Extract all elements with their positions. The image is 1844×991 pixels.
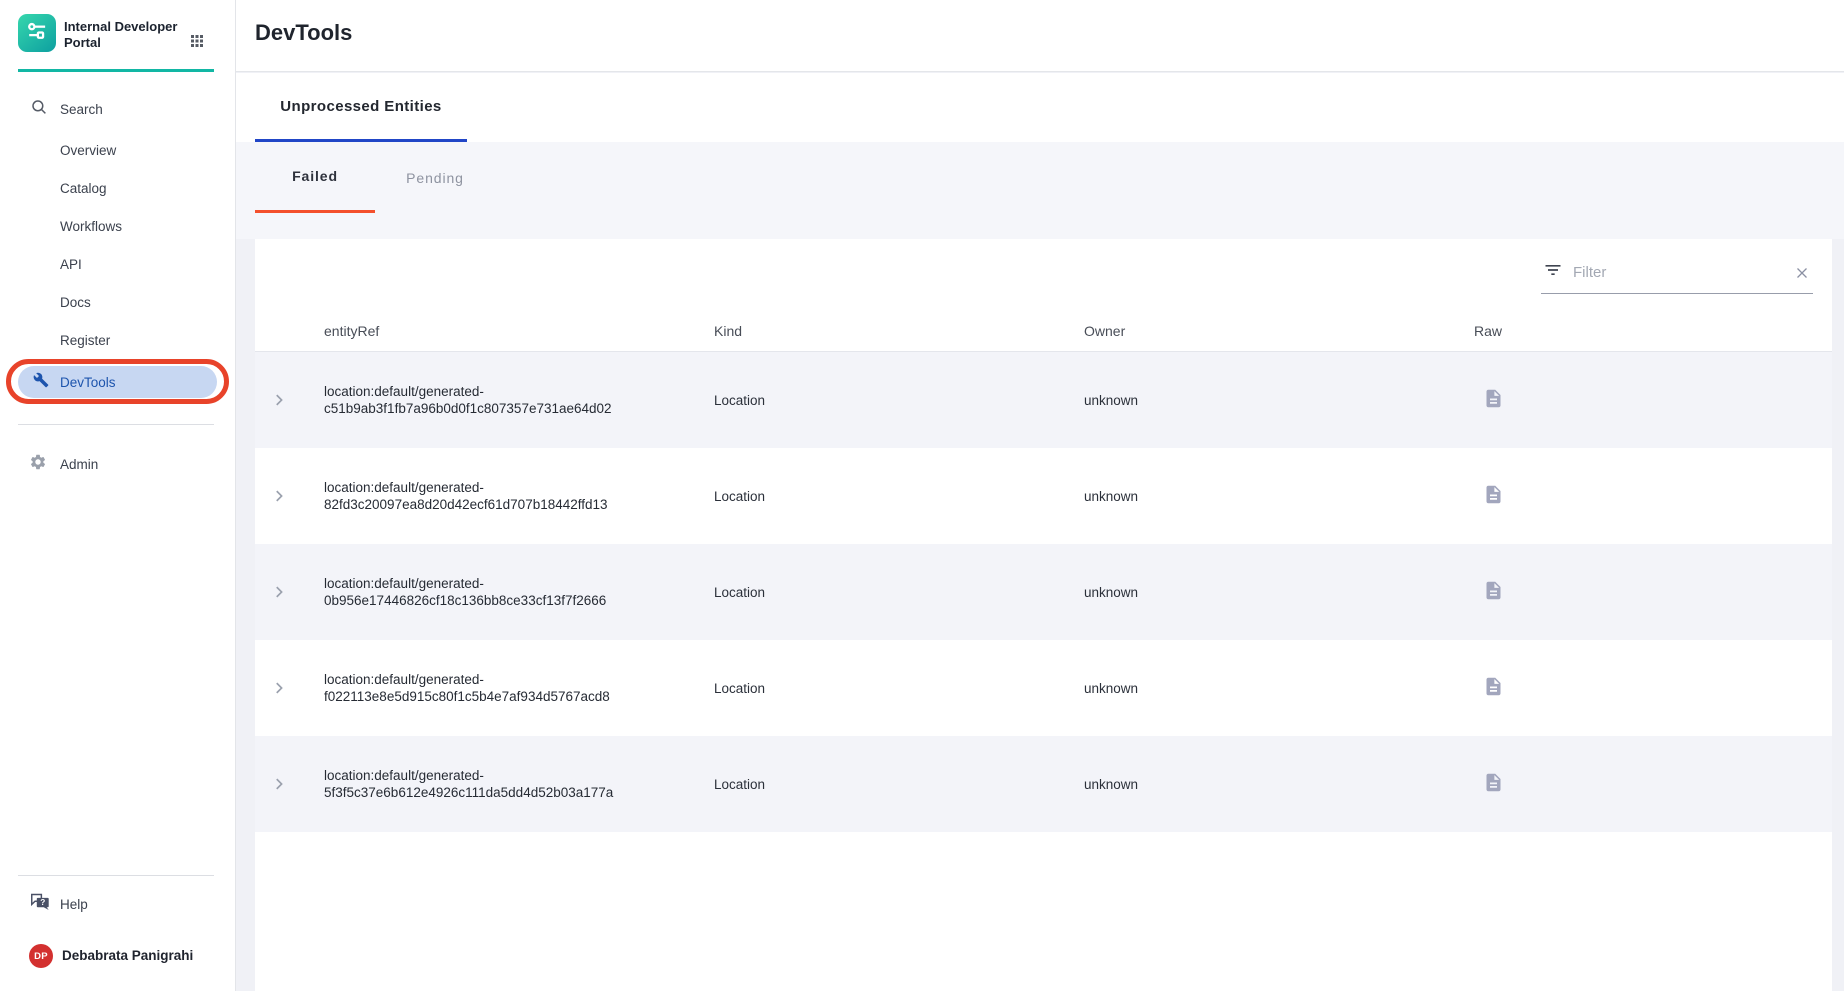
help-chat-icon: ? [29,891,51,918]
chevron-right-icon[interactable] [270,583,288,601]
document-icon[interactable] [1483,772,1504,793]
page-header: DevTools [236,0,1844,72]
cell-owner: unknown [1063,681,1453,696]
sidebar-item-label: Search [60,102,103,117]
chevron-right-icon[interactable] [270,775,288,793]
cell-kind: Location [693,681,1063,696]
user-name[interactable]: Debabrata Panigrahi [62,948,193,963]
cell-kind: Location [693,777,1063,792]
document-icon[interactable] [1483,676,1504,697]
sidebar-divider [18,875,214,876]
document-icon[interactable] [1483,484,1504,505]
chevron-right-icon[interactable] [270,487,288,505]
cell-entityref: location:default/generated-5f3f5c37e6b61… [303,767,672,801]
tab-pending[interactable]: Pending [375,142,495,213]
page-title: DevTools [255,20,352,46]
sidebar-divider [18,424,214,425]
filter-list-icon [1543,260,1563,285]
cell-entityref: location:default/generated-c51b9ab3f1fb7… [303,383,672,417]
tab-panel-band: Failed Pending [236,142,1844,239]
cell-owner: unknown [1063,393,1453,408]
cell-entityref: location:default/generated-0b956e1744682… [303,575,672,609]
tab-failed[interactable]: Failed [255,142,375,213]
pipeline-icon [24,18,50,49]
column-header-entityref: entityRef [303,323,693,339]
cell-entityref: location:default/generated-f022113e8e5d9… [303,671,672,705]
close-icon[interactable] [1793,264,1811,282]
filter-field [1541,256,1813,294]
sidebar-item-catalog[interactable]: Catalog [60,179,107,199]
sidebar-item-overview[interactable]: Overview [60,141,116,161]
sidebar-item-api[interactable]: API [60,255,82,275]
app-title: Internal Developer Portal [64,19,188,51]
cell-kind: Location [693,393,1063,408]
apps-grid-icon[interactable] [188,32,206,50]
avatar[interactable]: DP [29,944,53,968]
chevron-right-icon[interactable] [270,679,288,697]
sidebar-item-workflows[interactable]: Workflows [60,217,122,237]
svg-text:?: ? [40,898,45,907]
brand-divider [18,69,214,72]
table-body: location:default/generated-c51b9ab3f1fb7… [255,352,1832,991]
table-row: location:default/generated-f022113e8e5d9… [255,640,1832,736]
gear-icon [29,453,47,476]
column-header-owner: Owner [1063,323,1453,339]
cell-kind: Location [693,489,1063,504]
sidebar-item-help[interactable]: ? Help [29,891,88,918]
table-header: entityRef Kind Owner Raw [255,294,1832,352]
sidebar: Internal Developer Portal Search Overvie… [0,0,236,991]
main-content: DevTools Unprocessed Entities Failed Pen… [236,0,1844,991]
search-icon [30,98,48,121]
sidebar-item-devtools[interactable]: DevTools [18,366,217,398]
document-icon[interactable] [1483,388,1504,409]
cell-owner: unknown [1063,585,1453,600]
entities-card: entityRef Kind Owner Raw location:defaul… [255,239,1832,991]
app-window: Internal Developer Portal Search Overvie… [0,0,1844,991]
sidebar-item-label: Admin [60,457,98,472]
column-header-kind: Kind [693,323,1063,339]
wrench-icon [33,372,49,393]
column-header-raw: Raw [1453,323,1832,339]
secondary-tabbar: Failed Pending [255,142,495,213]
app-logo [18,14,56,52]
sidebar-item-register[interactable]: Register [60,331,110,351]
tab-unprocessed-entities[interactable]: Unprocessed Entities [255,73,467,142]
cell-owner: unknown [1063,489,1453,504]
filter-input[interactable] [1571,263,1785,282]
table-row: location:default/generated-82fd3c20097ea… [255,448,1832,544]
sidebar-item-docs[interactable]: Docs [60,293,91,313]
cell-kind: Location [693,585,1063,600]
chevron-right-icon[interactable] [270,391,288,409]
table-row: location:default/generated-5f3f5c37e6b61… [255,736,1832,832]
table-row: location:default/generated-0b956e1744682… [255,544,1832,640]
document-icon[interactable] [1483,580,1504,601]
sidebar-item-label: DevTools [60,375,116,390]
table-row: location:default/generated-c51b9ab3f1fb7… [255,352,1832,448]
primary-tabbar: Unprocessed Entities [236,73,1844,142]
cell-owner: unknown [1063,777,1453,792]
cell-entityref: location:default/generated-82fd3c20097ea… [303,479,672,513]
sidebar-item-admin[interactable]: Admin [29,453,98,476]
sidebar-item-search[interactable]: Search [30,98,103,121]
sidebar-item-label: Help [60,897,88,912]
